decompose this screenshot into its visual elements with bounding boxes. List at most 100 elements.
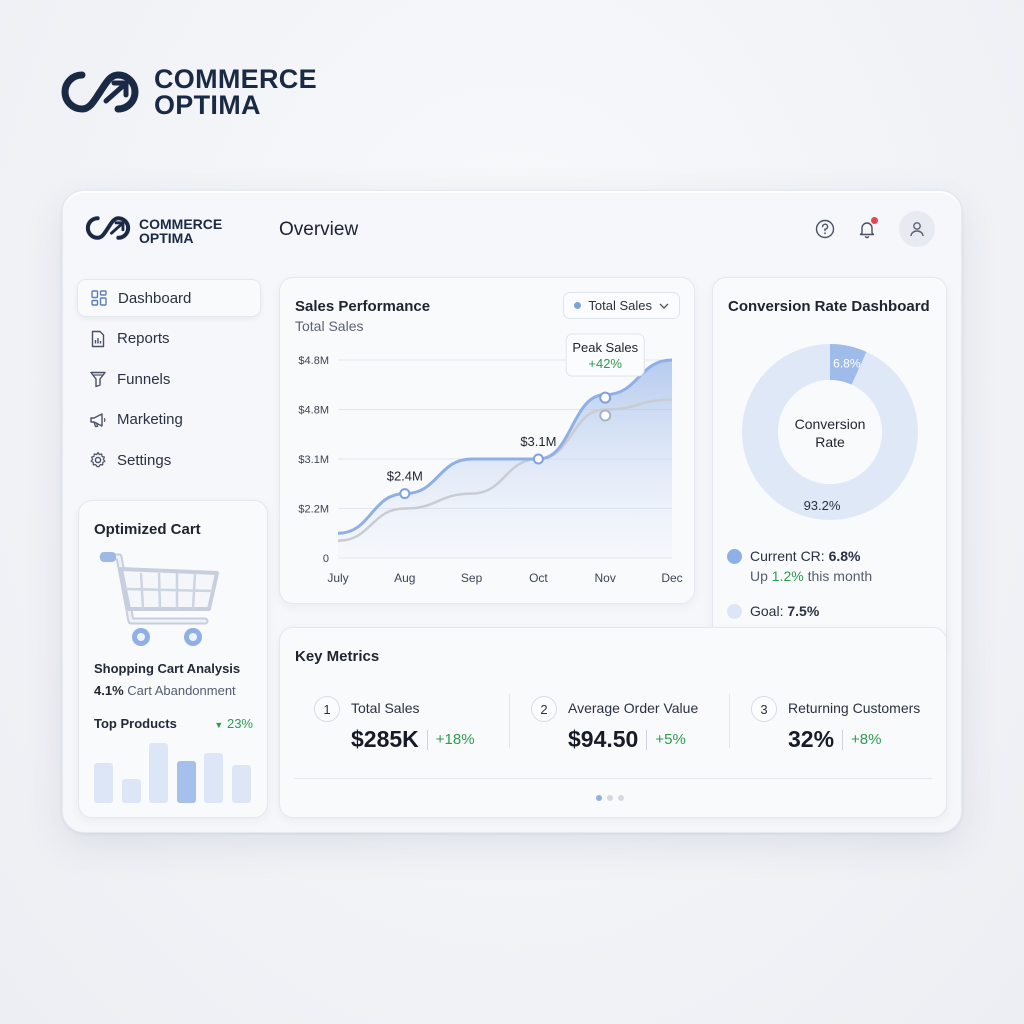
brand-line-2: OPTIMA (139, 229, 194, 246)
data-point[interactable] (532, 453, 544, 465)
x-tick-label: Sep (461, 571, 483, 585)
brand-line-1: COMMERCE (154, 64, 317, 94)
brand-line-2: OPTIMA (154, 90, 261, 120)
top-products-change-value: 23% (226, 716, 253, 731)
grid-icon (91, 290, 107, 306)
metric-value: $285K (351, 726, 419, 752)
metric-label: Returning Customers (788, 700, 921, 716)
x-tick-label: Nov (595, 571, 616, 585)
sales-card-subtitle: Total Sales (295, 318, 364, 334)
metric-number: 1 (314, 696, 340, 722)
metric-label: Total Sales (351, 700, 420, 716)
top-products-change: ▼ 23% (214, 716, 253, 731)
metric-value-row: $94.50 +5% (568, 726, 686, 753)
slice-label: 6.8% (833, 357, 861, 371)
metric-divider (509, 694, 510, 748)
metric-change: +8% (842, 729, 882, 750)
cart-abandonment-value: 4.1% (94, 683, 124, 698)
caret-down-icon: ▼ (214, 720, 224, 730)
sidebar-item-label: Settings (117, 451, 172, 469)
series-select-value: Total Sales (588, 298, 652, 313)
sidebar-brand[interactable]: COMMERCE OPTIMA (85, 213, 222, 248)
y-tick-label: $2.2M (298, 504, 329, 516)
sidebar-item-label: Dashboard (118, 289, 192, 307)
sidebar-item-funnels[interactable]: Funnels (77, 360, 261, 398)
tooltip-title: Peak Sales (572, 340, 638, 355)
sales-card-title: Sales Performance (295, 298, 431, 315)
conversion-donut: Conversion Rate 6.8% 93.2% (742, 344, 918, 520)
data-label: $2.4M (387, 469, 423, 484)
goal-value: 7.5% (787, 603, 820, 619)
current-cr-value: 6.8% (828, 548, 861, 564)
top-products-label: Top Products (94, 716, 177, 731)
hero-brand: COMMERCE OPTIMA (60, 64, 317, 120)
mini-bar (204, 753, 223, 803)
dashboard-window: COMMERCE OPTIMA Overview Dashboard Repor… (62, 190, 962, 833)
page-title: Overview (279, 219, 359, 240)
series-select[interactable]: Total Sales (563, 292, 680, 319)
goal-label: Goal: (750, 603, 784, 619)
metric-value-row: 32% +8% (788, 726, 882, 753)
sidebar-item-reports[interactable]: Reports (77, 320, 261, 358)
top-products-mini-chart (94, 741, 254, 803)
y-tick-label: $3.1M (298, 454, 329, 466)
peak-sales-tooltip: Peak Sales+42% (565, 333, 645, 377)
metrics-pager (596, 795, 624, 801)
metric-value: 32% (788, 726, 835, 752)
notification-dot (871, 217, 878, 224)
mini-bar (149, 743, 168, 803)
user-icon (910, 222, 924, 237)
sidebar-item-marketing[interactable]: Marketing (77, 401, 261, 439)
sales-performance-card: $4.8M $4.8M $3.1M $2.2M 0 July Aug Sep Oct Nov Dec… (279, 277, 695, 604)
funnel-icon (90, 371, 106, 388)
metric-change: +5% (646, 729, 686, 750)
report-icon (91, 330, 105, 347)
gear-icon (90, 451, 106, 468)
help-icon[interactable] (815, 219, 835, 239)
x-tick-label: July (327, 571, 348, 585)
y-tick-label: $4.8M (298, 405, 329, 417)
metric-value-row: $285K +18% (351, 726, 475, 753)
shopping-cart-icon (97, 549, 227, 662)
sidebar-item-label: Funnels (117, 370, 171, 388)
avatar[interactable] (899, 211, 935, 247)
brand-logo-icon (85, 213, 131, 248)
comparison-peak-point[interactable] (599, 409, 612, 422)
conversion-rate-card: Conversion Rate Dashboard Conversion Rate… (712, 277, 947, 653)
metric-divider (729, 694, 730, 748)
current-cr-label: Current CR: (750, 548, 825, 564)
metrics-divider (294, 778, 932, 779)
brand-name: COMMERCE OPTIMA (139, 217, 222, 245)
megaphone-icon (90, 412, 106, 427)
bell-icon[interactable] (857, 217, 878, 239)
metric-label: Average Order Value (568, 700, 699, 716)
x-tick-label: Oct (529, 571, 548, 585)
donut-center-label: Rate (815, 434, 845, 450)
sidebar-item-label: Reports (117, 330, 170, 347)
x-tick-label: Aug (394, 571, 415, 585)
metrics-card-title: Key Metrics (295, 648, 380, 665)
pager-dot[interactable] (596, 795, 602, 801)
sidebar-item-settings[interactable]: Settings (77, 441, 261, 479)
pager-dot[interactable] (607, 795, 613, 801)
metric-change: +18% (426, 729, 475, 750)
metric-number: 2 (531, 696, 557, 722)
mini-bar (231, 765, 251, 803)
sidebar-item-dashboard[interactable]: Dashboard (77, 279, 261, 317)
rest-label: 93.2% (804, 498, 841, 513)
header-actions (815, 211, 935, 247)
current-cr-legend: Current CR: 6.8% Up 1.2% this month (727, 548, 872, 584)
cart-analysis-title: Shopping Cart Analysis (94, 661, 241, 676)
brand-logo-icon (60, 67, 140, 117)
series-dot (574, 302, 582, 309)
up-prefix: Up (750, 568, 768, 584)
peak-point[interactable] (599, 391, 612, 404)
cart-card-title: Optimized Cart (94, 521, 201, 538)
data-point[interactable] (399, 488, 411, 500)
cart-abandonment: 4.1% Cart Abandonment (94, 683, 236, 698)
mini-bar (94, 762, 113, 803)
mini-bar (176, 761, 196, 803)
metric-value: $94.50 (568, 726, 639, 752)
data-label: $3.1M (520, 434, 556, 449)
pager-dot[interactable] (618, 795, 624, 801)
